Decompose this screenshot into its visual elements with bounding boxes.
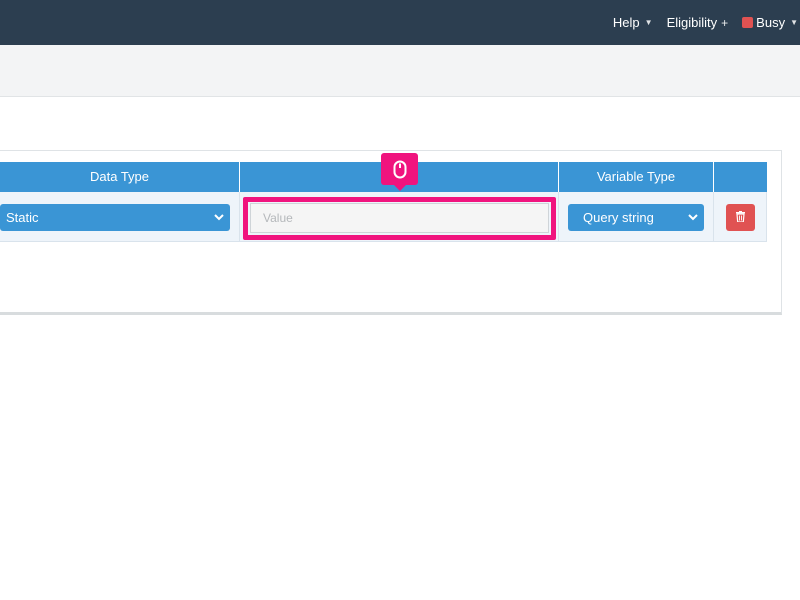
status-label: Busy [756,15,786,30]
caret-down-icon: ▼ [644,18,653,27]
caret-down-icon: ▼ [790,18,798,27]
toolbar [0,45,800,97]
help-label: Help [612,15,640,30]
variable-type-select[interactable]: Query string [568,204,704,231]
status-indicator [742,17,754,28]
chevron-down-icon [688,204,698,231]
eligibility-menu[interactable]: Eligibility + [667,15,729,30]
help-menu[interactable]: Help ▼ [613,15,653,30]
column-header-actions [713,162,767,192]
data-type-value: Static [6,210,39,225]
cell-divider [239,192,240,242]
chevron-down-icon [214,204,224,231]
top-navbar: Help ▼ Eligibility + Busy ▼ [0,0,800,45]
delete-row-button[interactable] [726,204,755,231]
variable-type-value: Query string [583,210,654,225]
data-type-select[interactable]: Static [0,204,230,231]
cell-divider [558,192,559,242]
plus-icon: + [721,15,729,30]
status-menu[interactable]: Busy ▼ [742,15,798,30]
trash-icon [736,210,745,225]
mouse-icon [381,153,418,191]
column-header-data-type: Data Type [89,169,150,184]
value-input[interactable] [250,203,549,233]
eligibility-label: Eligibility [666,15,718,30]
column-header-variable-type: Variable Type [558,162,713,192]
cell-divider [713,192,714,242]
